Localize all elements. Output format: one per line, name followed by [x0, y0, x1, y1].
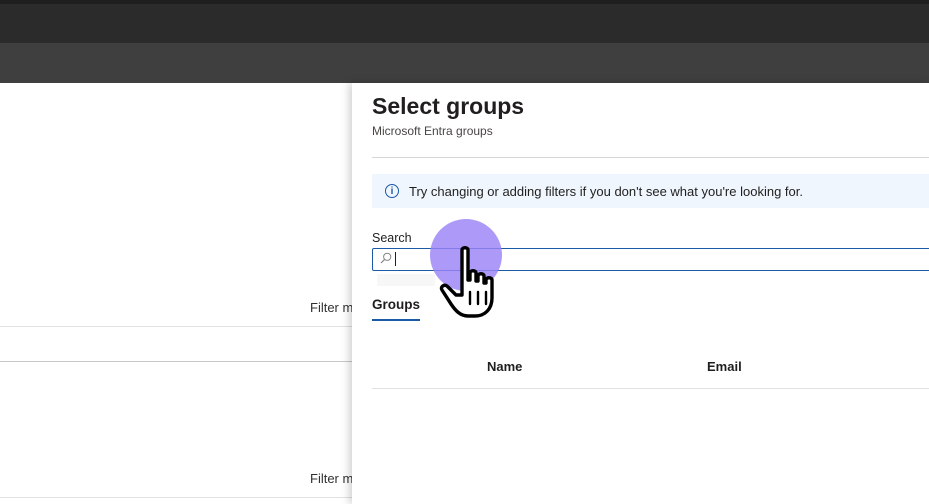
tab-groups[interactable]: Groups [372, 297, 421, 321]
info-icon: i [385, 184, 399, 198]
screen: Filter m Filter m Select groups Microsof… [0, 0, 929, 504]
top-chrome-bar [0, 0, 929, 43]
divider [0, 361, 352, 362]
column-header-name[interactable]: Name [487, 359, 522, 374]
header-bar [0, 43, 929, 83]
table-header-divider [372, 388, 929, 389]
info-message-bar: i Try changing or adding filters if you … [372, 174, 929, 208]
divider [0, 497, 352, 498]
filter-label: Filter m [310, 300, 354, 315]
panel-subtitle: Microsoft Entra groups [372, 124, 493, 138]
search-suggestion-hint [377, 274, 435, 286]
hand-pointer-cursor-icon [439, 246, 494, 318]
panel-title: Select groups [372, 93, 525, 119]
text-caret [395, 252, 396, 266]
search-label: Search [372, 231, 412, 245]
column-header-email[interactable]: Email [707, 359, 742, 374]
divider [372, 157, 929, 158]
search-icon [380, 252, 392, 264]
info-message-text: Try changing or adding filters if you do… [409, 183, 803, 199]
filter-label: Filter m [310, 471, 354, 486]
divider [0, 326, 352, 327]
